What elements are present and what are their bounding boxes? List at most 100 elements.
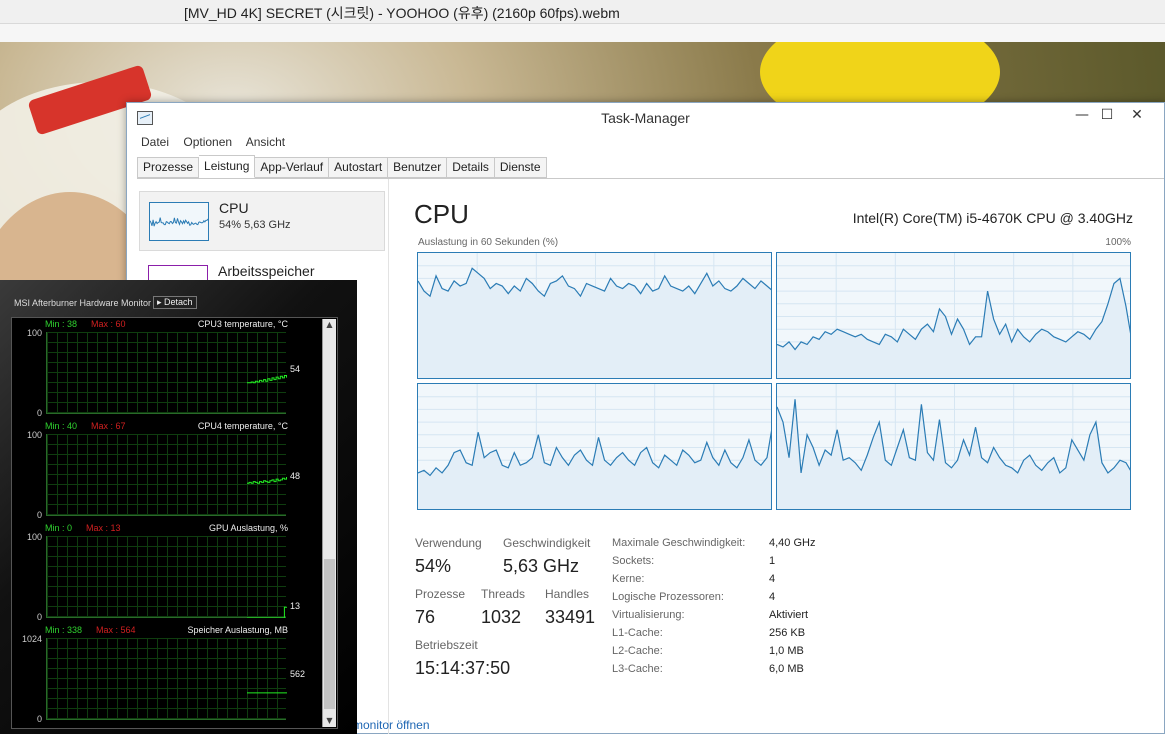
msi-axis-min: 0 — [36, 714, 42, 724]
menu-datei[interactable]: Datei — [141, 135, 169, 149]
msi-monitor-panel: Min : 38 Max : 60 CPU3 temperature, °C 10… — [11, 317, 338, 729]
tab-app-verlauf[interactable]: App-Verlauf — [255, 157, 330, 178]
msi-current-value: 48 — [290, 470, 301, 481]
msi-graph-memory-usage: Min : 338 Max : 564 Speicher Auslastung, … — [12, 624, 322, 726]
menu-ansicht[interactable]: Ansicht — [246, 135, 285, 149]
usage-label: Verwendung — [415, 536, 482, 550]
msi-minmax: Min : 38 Max : 60 — [45, 319, 126, 329]
maximize-button[interactable]: ☐ — [1092, 103, 1122, 129]
sidebar-item-label: CPU — [219, 200, 249, 216]
msi-series-line — [247, 674, 299, 694]
page-title: CPU — [414, 199, 469, 229]
msi-graph-cpu4-temp: Min : 40 Max : 67 CPU4 temperature, °C 10… — [12, 420, 322, 522]
cpu-core-graph-2[interactable] — [776, 252, 1131, 379]
spec-value: 4 — [769, 591, 776, 603]
msi-grid — [46, 638, 299, 720]
msi-axis-max: 1024 — [21, 634, 42, 644]
cpu-thumbnail-graph — [149, 202, 209, 241]
msi-graph-title: CPU3 temperature, °C — [197, 319, 288, 329]
video-toolbar-strip — [0, 24, 1165, 42]
cpu-core-graph-1[interactable] — [417, 252, 772, 379]
graph-caption: Auslastung in 60 Sekunden (%) — [418, 237, 559, 248]
msi-title: MSI Afterburner Hardware Monitor — [14, 298, 152, 308]
spec-label: L1-Cache: — [612, 627, 663, 639]
graph-max-label: 100% — [1105, 237, 1131, 248]
msi-grid — [46, 434, 299, 516]
menu-optionen[interactable]: Optionen — [183, 135, 232, 149]
msi-axis-max: 100 — [26, 532, 42, 542]
msi-minmax: Min : 338 Max : 564 — [45, 625, 136, 635]
uptime-label: Betriebszeit — [415, 638, 478, 652]
tab-benutzer[interactable]: Benutzer — [388, 157, 448, 178]
msi-current-value: 54 — [290, 363, 301, 374]
sidebar-item-label: Arbeitsspeicher — [218, 263, 315, 279]
task-manager-titlebar[interactable]: Task-Manager — ☐ ✕ — [127, 103, 1164, 133]
detach-label: Detach — [164, 297, 193, 307]
spec-label: Kerne: — [612, 573, 645, 585]
processes-label: Prozesse — [415, 587, 466, 601]
msi-axis-min: 0 — [36, 408, 42, 418]
cpu-core-graph-3[interactable] — [417, 383, 772, 510]
msi-afterburner-window: MSI Afterburner Hardware Monitor ▸ Detac… — [0, 280, 357, 734]
spec-label: Maximale Geschwindigkeit: — [612, 537, 746, 549]
spec-label: Sockets: — [612, 555, 655, 567]
scroll-up-icon[interactable]: ▲ — [323, 319, 336, 331]
spec-value: 256 KB — [769, 627, 806, 639]
spec-value: 4 — [769, 573, 776, 585]
msi-series-line — [247, 606, 299, 619]
handles-label: Handles — [545, 587, 590, 601]
spec-label: Logische Prozessoren: — [612, 591, 724, 603]
msi-series-line — [247, 474, 299, 484]
tab-leistung[interactable]: Leistung — [199, 155, 256, 178]
msi-minmax: Min : 0 Max : 13 — [45, 523, 121, 533]
scroll-down-icon[interactable]: ▼ — [323, 715, 336, 727]
video-titlebar: [MV_HD 4K] SECRET (시크릿) - YOOHOO (유후) (2… — [0, 0, 1165, 24]
msi-series-line — [247, 369, 300, 384]
spec-value: 1 — [769, 555, 776, 567]
uptime-value: 15:14:37:50 — [415, 658, 511, 678]
spec-label: Virtualisierung: — [612, 609, 685, 621]
msi-graph-title: GPU Auslastung, % — [208, 523, 288, 533]
handles-value: 33491 — [545, 607, 596, 627]
spec-value: 4,40 GHz — [769, 537, 816, 549]
video-title: [MV_HD 4K] SECRET (시크릿) - YOOHOO (유후) (2… — [184, 5, 620, 21]
usage-value: 54% — [415, 556, 452, 576]
sidebar-item-cpu[interactable]: CPU 54% 5,63 GHz — [139, 191, 385, 251]
msi-minmax: Min : 40 Max : 67 — [45, 421, 126, 431]
close-button[interactable]: ✕ — [1122, 103, 1152, 129]
threads-label: Threads — [481, 587, 526, 601]
spec-value: 6,0 MB — [769, 663, 804, 675]
spec-value: Aktiviert — [769, 609, 809, 621]
tab-bar: Prozesse Leistung App-Verlauf Autostart … — [137, 155, 547, 179]
msi-grid — [46, 332, 300, 414]
msi-axis-min: 0 — [36, 612, 42, 622]
tab-dienste[interactable]: Dienste — [494, 157, 547, 178]
msi-graph-gpu-usage: Min : 0 Max : 13 GPU Auslastung, % 100 0 … — [12, 522, 322, 624]
msi-axis-max: 100 — [26, 430, 42, 440]
msi-graph-cpu3-temp: Min : 38 Max : 60 CPU3 temperature, °C 10… — [12, 318, 322, 420]
cpu-model-name: Intel(R) Core(TM) i5-4670K CPU @ 3.40GHz — [852, 210, 1133, 226]
msi-current-value: 13 — [290, 601, 301, 612]
msi-current-value: 562 — [290, 668, 306, 679]
msi-axis-min: 0 — [36, 510, 42, 520]
msi-axis-max: 100 — [26, 328, 42, 338]
msi-scrollbar[interactable]: ▲ ▼ — [322, 319, 336, 727]
menu-bar: Datei Optionen Ansicht — [141, 135, 296, 153]
msi-graph-title: CPU4 temperature, °C — [197, 421, 288, 431]
scroll-thumb[interactable] — [324, 559, 335, 709]
sidebar-item-sub: 54% 5,63 GHz — [219, 219, 291, 231]
tab-autostart[interactable]: Autostart — [329, 157, 389, 178]
detach-button[interactable]: ▸ Detach — [153, 296, 197, 309]
cpu-thumbnail-line — [150, 217, 208, 227]
spec-label: L3-Cache: — [612, 663, 663, 675]
threads-value: 1032 — [481, 607, 522, 627]
speed-value: 5,63 GHz — [503, 556, 580, 576]
spec-label: L2-Cache: — [612, 645, 663, 657]
open-resource-monitor-link[interactable]: monitor öffnen — [353, 718, 430, 732]
tab-prozesse[interactable]: Prozesse — [137, 157, 200, 178]
cpu-core-graph-4[interactable] — [776, 383, 1131, 510]
speed-label: Geschwindigkeit — [503, 536, 591, 550]
tab-details[interactable]: Details — [447, 157, 495, 178]
window-title: Task-Manager — [601, 110, 690, 126]
spec-value: 1,0 MB — [769, 645, 804, 657]
